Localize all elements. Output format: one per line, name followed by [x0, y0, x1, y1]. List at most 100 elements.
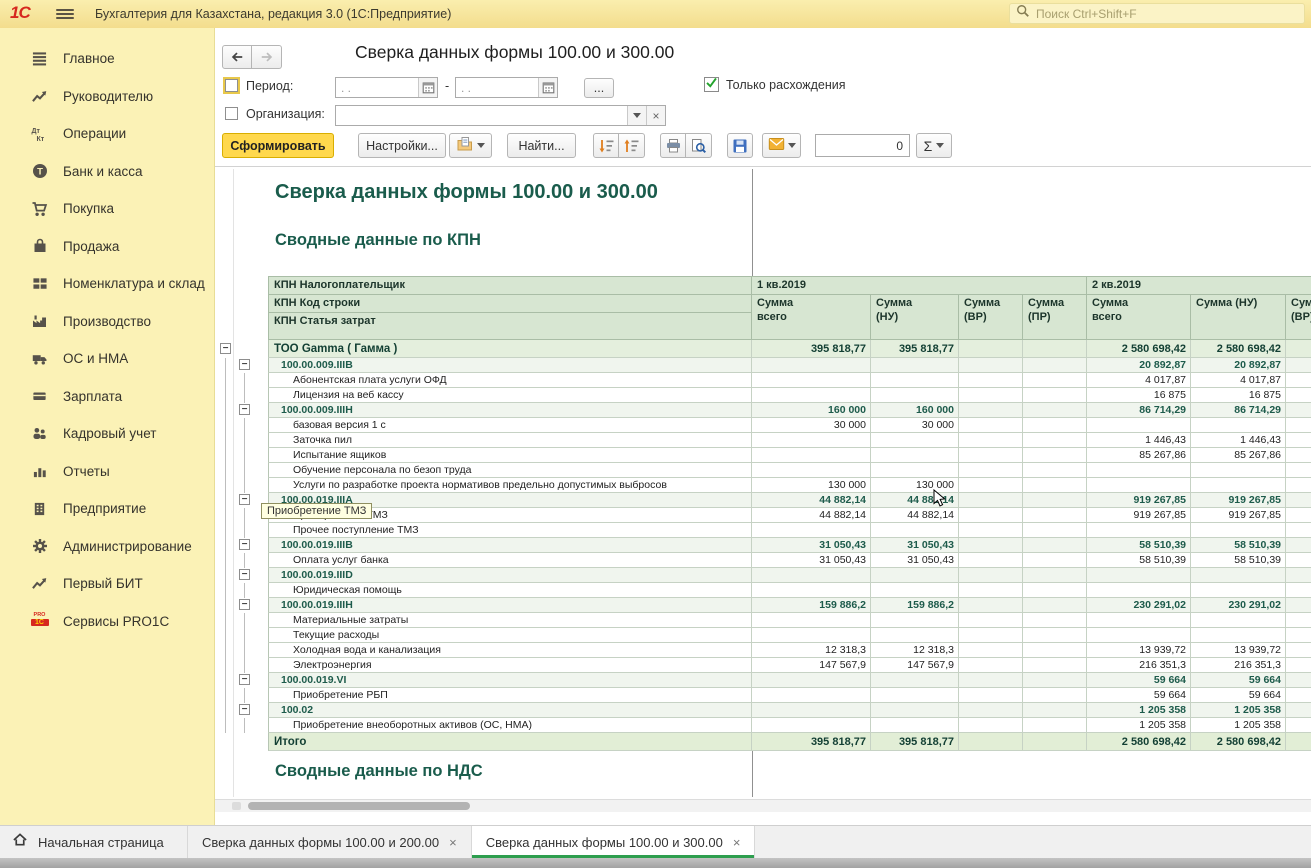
- sum-button[interactable]: Σ: [916, 133, 952, 158]
- sidebar-item-7[interactable]: Номенклатура и склад: [0, 265, 214, 303]
- sidebar-item-3[interactable]: ДтКтОперации: [0, 115, 214, 153]
- collapse-toggle-icon[interactable]: −: [239, 404, 250, 415]
- cell-value: [871, 673, 959, 688]
- table-row[interactable]: Прочее поступление ТМЗ: [268, 523, 1311, 538]
- sidebar-item-13[interactable]: Предприятие: [0, 490, 214, 528]
- expand-groups-button[interactable]: [593, 133, 619, 158]
- sidebar-item-11[interactable]: Кадровый учет: [0, 415, 214, 453]
- only-differences-checkbox[interactable]: [704, 77, 719, 92]
- cell-value: 4 017,87: [1087, 373, 1191, 388]
- back-button[interactable]: [222, 45, 252, 69]
- print-button[interactable]: [660, 133, 686, 158]
- cell-value: 86 714,29: [1087, 403, 1191, 418]
- date-from-field[interactable]: . .: [335, 77, 438, 98]
- collapse-toggle-icon[interactable]: −: [220, 343, 231, 354]
- sidebar-item-16[interactable]: PRO1ССервисы PRO1C: [0, 603, 214, 641]
- cell-value: [871, 523, 959, 538]
- table-row[interactable]: −100.00.009.IIIB20 892,8720 892,87: [268, 358, 1311, 373]
- tab-1[interactable]: Сверка данных формы 100.00 и 200.00×: [188, 826, 472, 858]
- chevron-down-icon[interactable]: [627, 106, 646, 125]
- table-row[interactable]: Электроэнергия147 567,9147 567,9216 351,…: [268, 658, 1311, 673]
- collapse-toggle-icon[interactable]: −: [239, 539, 250, 550]
- global-search-input[interactable]: Поиск Ctrl+Shift+F: [1009, 3, 1305, 24]
- report-variants-button[interactable]: [449, 133, 492, 158]
- table-row[interactable]: базовая версия 1 с30 00030 000: [268, 418, 1311, 433]
- organization-field[interactable]: ×: [335, 105, 666, 126]
- table-row[interactable]: −100.00.019.IIIB31 050,4331 050,4358 510…: [268, 538, 1311, 553]
- table-row[interactable]: −100.00.019.IIIH159 886,2159 886,2230 29…: [268, 598, 1311, 613]
- sidebar-item-10[interactable]: Зарплата: [0, 378, 214, 416]
- cell-value: [871, 688, 959, 703]
- calendar-icon[interactable]: [418, 78, 437, 97]
- sidebar-item-9[interactable]: ОС и НМА: [0, 340, 214, 378]
- table-row[interactable]: −100.00.009.IIIH160 000160 00086 714,298…: [268, 403, 1311, 418]
- table-row[interactable]: −100.00.019.IIID: [268, 568, 1311, 583]
- sidebar-item-15[interactable]: Первый БИТ: [0, 565, 214, 603]
- scrollbar-thumb[interactable]: [248, 802, 470, 810]
- sidebar-item-1[interactable]: Главное: [0, 40, 214, 78]
- find-button[interactable]: Найти...: [507, 133, 576, 158]
- close-icon[interactable]: ×: [449, 835, 457, 850]
- organization-checkbox[interactable]: [225, 107, 238, 120]
- table-row[interactable]: −100.021 205 3581 205 358: [268, 703, 1311, 718]
- table-row[interactable]: Испытание ящиков85 267,8685 267,86: [268, 448, 1311, 463]
- table-row[interactable]: −100.00.019.VI59 66459 664: [268, 673, 1311, 688]
- period-checkbox[interactable]: [225, 79, 238, 92]
- search-icon: [1016, 4, 1030, 23]
- table-row[interactable]: Текущие расходы: [268, 628, 1311, 643]
- collapse-groups-button[interactable]: [619, 133, 645, 158]
- table-row[interactable]: Холодная вода и канализация12 318,312 31…: [268, 643, 1311, 658]
- table-row[interactable]: Итого395 818,77395 818,772 580 698,422 5…: [268, 733, 1311, 751]
- main-menu-icon[interactable]: [56, 7, 74, 21]
- table-row[interactable]: Услуги по разработке проекта нормативов …: [268, 478, 1311, 493]
- collapse-toggle-icon[interactable]: −: [239, 569, 250, 580]
- clear-icon[interactable]: ×: [646, 106, 665, 125]
- close-icon[interactable]: ×: [733, 835, 741, 850]
- collapse-toggle-icon[interactable]: −: [239, 494, 250, 505]
- cell-value: 30 000: [871, 418, 959, 433]
- collapse-toggle-icon[interactable]: −: [239, 674, 250, 685]
- save-button[interactable]: [727, 133, 753, 158]
- cell-value: [752, 358, 871, 373]
- cell-value: [1286, 553, 1311, 568]
- sidebar-item-4[interactable]: ТБанк и касса: [0, 153, 214, 191]
- send-mail-button[interactable]: [762, 133, 801, 158]
- tree-line: [244, 463, 245, 478]
- collapse-toggle-icon[interactable]: −: [239, 704, 250, 715]
- sidebar-item-12[interactable]: Отчеты: [0, 453, 214, 491]
- sidebar-item-2[interactable]: Руководителю: [0, 78, 214, 116]
- generate-button[interactable]: Сформировать: [222, 133, 334, 158]
- settings-button[interactable]: Настройки...: [358, 133, 446, 158]
- row-label: Заточка пил: [268, 433, 752, 448]
- sidebar-item-6[interactable]: Продажа: [0, 228, 214, 266]
- forward-button[interactable]: [252, 45, 282, 69]
- print-preview-button[interactable]: [686, 133, 712, 158]
- collapse-toggle-icon[interactable]: −: [239, 599, 250, 610]
- svg-text:Т: Т: [37, 167, 43, 178]
- horizontal-scrollbar[interactable]: [215, 799, 1311, 812]
- table-row[interactable]: Оплата услуг банка31 050,4331 050,4358 5…: [268, 553, 1311, 568]
- home-tab[interactable]: Начальная страница: [0, 826, 188, 858]
- tab-2[interactable]: Сверка данных формы 100.00 и 300.00×: [472, 826, 756, 858]
- table-row[interactable]: −ТОО Gamma ( Гамма )395 818,77395 818,77…: [268, 340, 1311, 358]
- sidebar-item-5[interactable]: Покупка: [0, 190, 214, 228]
- counter-field[interactable]: 0: [815, 134, 910, 157]
- table-row[interactable]: Обучение персонала по безоп труда: [268, 463, 1311, 478]
- table-row[interactable]: Абонентская плата услуги ОФД4 017,874 01…: [268, 373, 1311, 388]
- table-row[interactable]: Приобретение внеоборотных активов (ОС, Н…: [268, 718, 1311, 733]
- sidebar-item-14[interactable]: Администрирование: [0, 528, 214, 566]
- calendar-icon[interactable]: [538, 78, 557, 97]
- table-row[interactable]: Лицензия на веб кассу16 87516 875: [268, 388, 1311, 403]
- period-more-button[interactable]: ...: [584, 78, 614, 98]
- scrollbar-step[interactable]: [232, 802, 241, 810]
- table-row[interactable]: −100.00.019.IIIA44 882,1444 882,14919 26…: [268, 493, 1311, 508]
- sidebar-item-8[interactable]: Производство: [0, 303, 214, 341]
- table-row[interactable]: Заточка пил1 446,431 446,43: [268, 433, 1311, 448]
- table-row[interactable]: Материальные затраты: [268, 613, 1311, 628]
- table-row[interactable]: Приобретение ТМЗ44 882,1444 882,14919 26…: [268, 508, 1311, 523]
- collapse-toggle-icon[interactable]: −: [239, 359, 250, 370]
- table-row[interactable]: Юридическая помощь: [268, 583, 1311, 598]
- header-measure-4: Сумма (ПР): [1023, 295, 1087, 340]
- table-row[interactable]: Приобретение РБП59 66459 664: [268, 688, 1311, 703]
- date-to-field[interactable]: . .: [455, 77, 558, 98]
